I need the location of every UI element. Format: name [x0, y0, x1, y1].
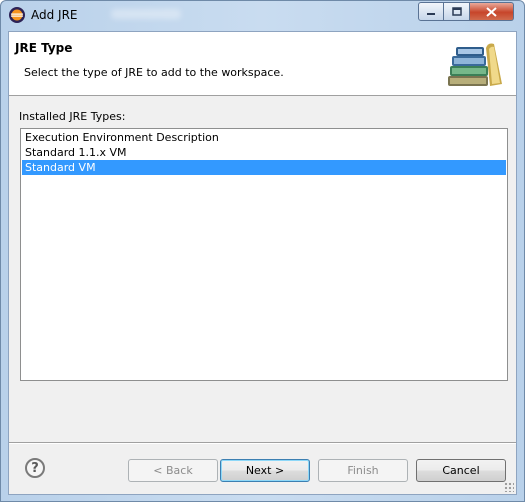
- resize-grip[interactable]: [504, 482, 514, 492]
- page-title: JRE Type: [15, 41, 73, 55]
- background-window-title: [111, 9, 181, 19]
- dialog-body: JRE Type Select the type of JRE to add t…: [8, 31, 517, 495]
- wizard-header: JRE Type Select the type of JRE to add t…: [9, 32, 516, 96]
- list-item[interactable]: Execution Environment Description: [22, 130, 506, 145]
- close-icon: [486, 6, 497, 17]
- back-button[interactable]: < Back: [128, 459, 218, 482]
- add-jre-dialog: Add JRE JRE Type Select the type of JRE …: [0, 0, 525, 502]
- close-window-button[interactable]: [470, 2, 514, 21]
- button-bar-separator: [9, 442, 516, 444]
- help-button[interactable]: ?: [25, 458, 45, 478]
- page-description: Select the type of JRE to add to the wor…: [24, 66, 284, 79]
- list-item[interactable]: Standard 1.1.x VM: [22, 145, 506, 160]
- back-button-label: < Back: [153, 464, 193, 477]
- jre-types-list[interactable]: Execution Environment Description Standa…: [20, 128, 508, 381]
- eclipse-icon: [9, 7, 25, 23]
- finish-button[interactable]: Finish: [318, 459, 408, 482]
- installed-jre-types-label: Installed JRE Types:: [19, 110, 125, 123]
- cancel-button-label: Cancel: [442, 464, 480, 477]
- minimize-icon: [427, 12, 435, 15]
- next-button-label: Next >: [245, 464, 285, 477]
- title-bar[interactable]: Add JRE: [1, 1, 524, 31]
- list-label-text: Installed JRE Types:: [19, 110, 126, 123]
- window-title: Add JRE: [31, 8, 78, 22]
- finish-button-label: Finish: [347, 464, 379, 477]
- jre-books-icon: [448, 43, 502, 86]
- help-icon: ?: [31, 460, 39, 476]
- minimize-button[interactable]: [418, 2, 444, 21]
- cancel-button[interactable]: Cancel: [416, 459, 506, 482]
- maximize-icon: [451, 7, 462, 16]
- next-button[interactable]: Next >: [220, 459, 310, 482]
- maximize-button[interactable]: [444, 2, 470, 21]
- list-item-selected[interactable]: Standard VM: [22, 160, 506, 175]
